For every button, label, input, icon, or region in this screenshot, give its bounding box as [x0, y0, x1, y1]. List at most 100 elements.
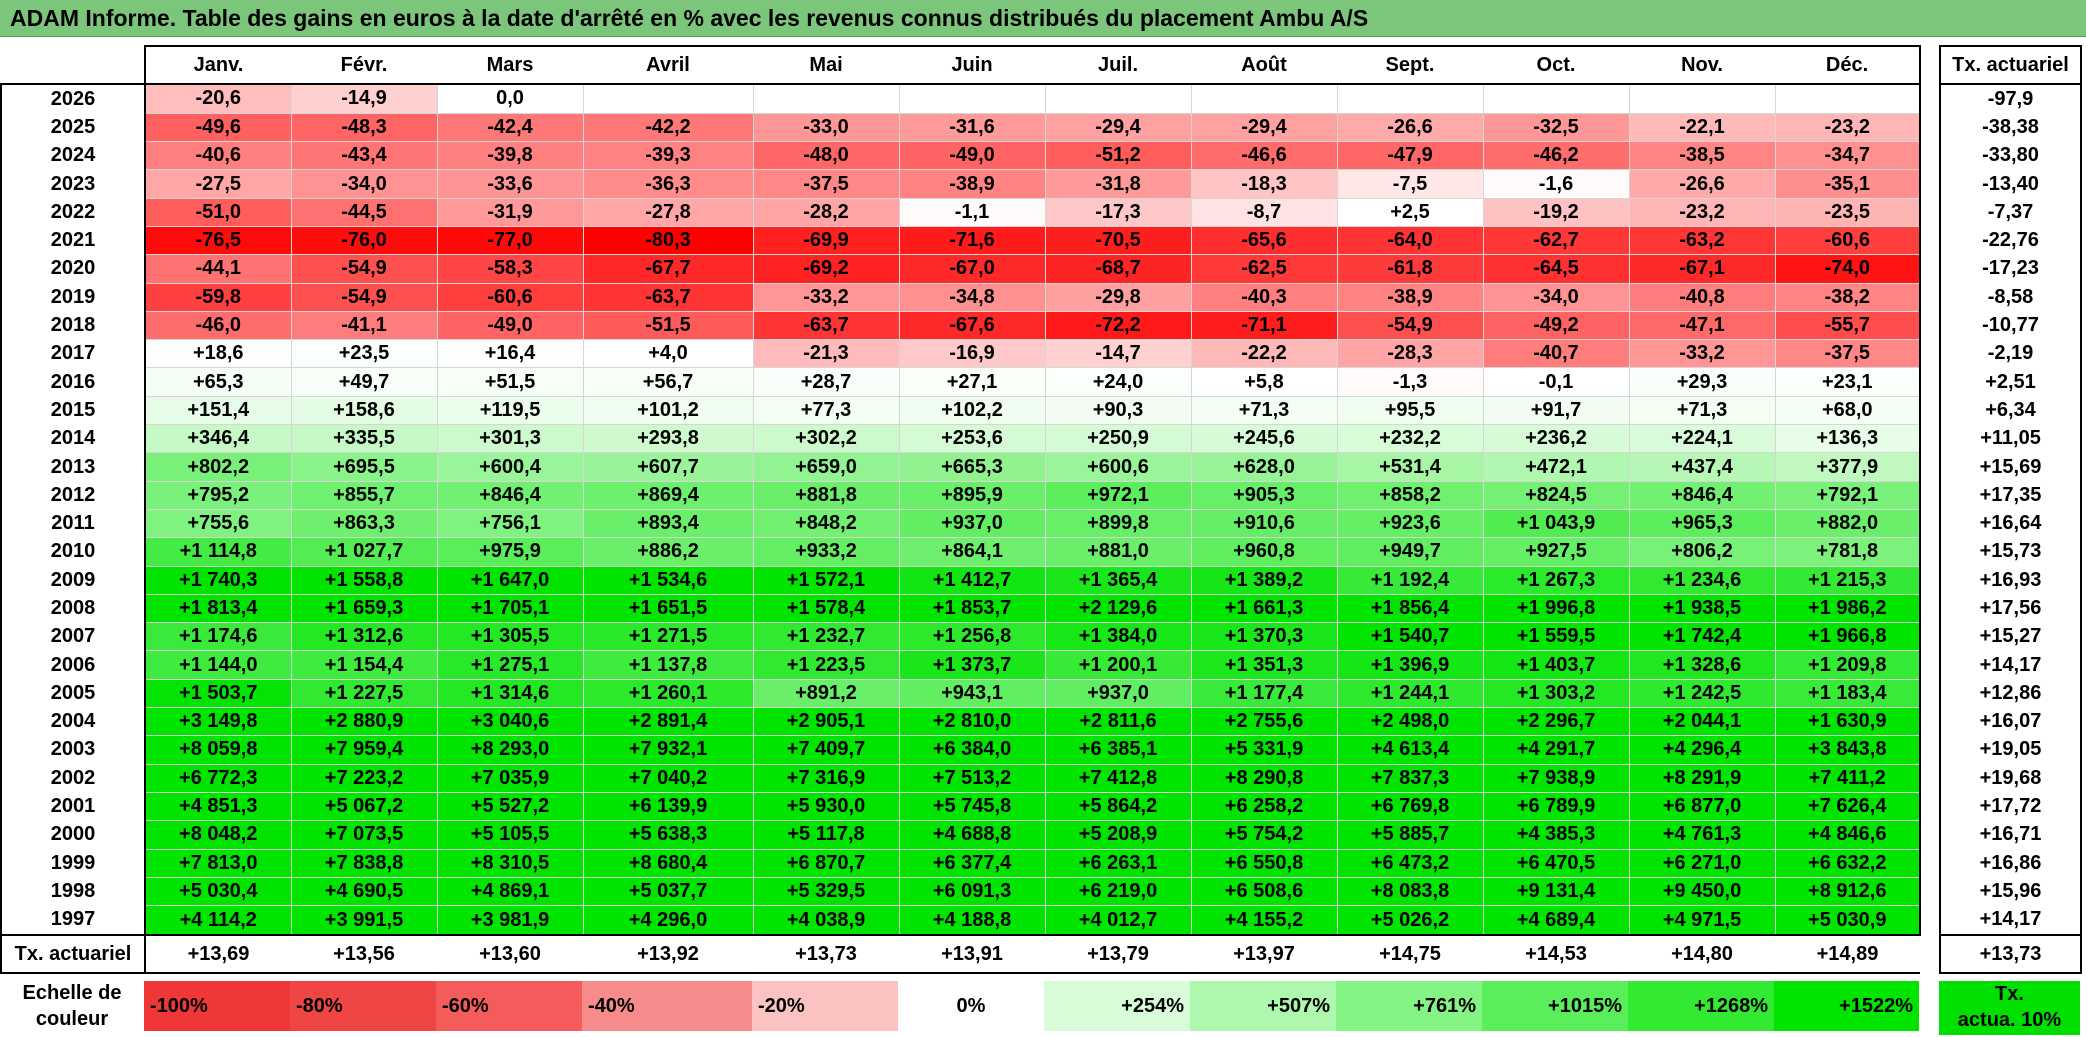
gain-cell: +863,3 [290, 508, 438, 539]
gain-cell [1774, 83, 1921, 114]
gain-cell: +6 219,0 [1044, 876, 1192, 907]
footer-label: Tx. actuariel [0, 933, 146, 974]
gain-cell: +1 996,8 [1482, 593, 1630, 624]
year-label: 2011 [0, 509, 146, 538]
legend-swatch: +761% [1336, 981, 1482, 1031]
gain-cell: +8 912,6 [1774, 876, 1921, 907]
gain-cell: +5 745,8 [898, 791, 1046, 822]
table-row: 2013 +802,2 +695,5 +600,4 +607,7 +659,0 +665,3… [0, 452, 1921, 482]
gain-cell: +8 293,0 [436, 735, 584, 765]
legend-swatch: +507% [1190, 981, 1336, 1031]
year-label: 2014 [0, 424, 146, 453]
gain-cell: +16,4 [436, 339, 584, 369]
gain-cell: -64,5 [1482, 254, 1630, 284]
footer-value: +13,97 [1191, 933, 1337, 974]
year-label: 2006 [0, 650, 146, 680]
tx-value: +12,86 [1939, 679, 2082, 708]
gain-cell [1482, 83, 1630, 114]
gain-cell: +5 030,9 [1774, 905, 1921, 936]
tx-value: +16,64 [1939, 509, 2082, 538]
year-label: 2003 [0, 735, 146, 765]
table-row: 2019 -59,8 -54,9 -60,6 -63,7 -33,2 -34,8 -29,8-… [0, 282, 1921, 312]
gain-cell: -34,0 [1482, 282, 1630, 312]
gain-cell: +6 384,0 [898, 735, 1046, 765]
gain-cell: +7 513,2 [898, 763, 1046, 793]
tx-value: +16,93 [1939, 566, 2082, 595]
gain-cell: +158,6 [290, 395, 438, 426]
gain-cell: -34,0 [290, 169, 438, 199]
gain-cell: +975,9 [436, 537, 584, 567]
corner-cell [1, 46, 145, 85]
tx-value: +16,86 [1939, 849, 2082, 878]
gain-cell: -33,0 [752, 112, 900, 143]
gain-cell: +4 155,2 [1190, 905, 1338, 936]
gain-cell: +1 305,5 [436, 622, 584, 652]
gains-table: Janv. Févr. Mars Avril Mai Juin Juil. Août Sept.… [0, 45, 1921, 974]
gain-cell: +27,1 [898, 367, 1046, 397]
table-row: 2014 +346,4 +335,5 +301,3 +293,8 +302,2 +253,6… [0, 424, 1921, 454]
gain-cell: +7 040,2 [582, 763, 754, 793]
gain-cell: +9 450,0 [1628, 876, 1776, 907]
table-row: 2010 +1 114,8 +1 027,7 +975,9 +886,2 +933,2 +8… [0, 537, 1921, 567]
tx-value: +6,34 [1939, 396, 2082, 425]
table-row: 2025 -49,6 -48,3 -42,4 -42,2 -33,0 -31,6 -29,4-… [0, 112, 1921, 143]
gain-cell: -60,6 [1774, 225, 1921, 256]
gain-cell: -46,6 [1190, 141, 1338, 171]
gain-cell: +6 772,3 [144, 763, 292, 793]
gain-cell: +4 761,3 [1628, 820, 1776, 850]
year-label: 2026 [0, 84, 146, 114]
gain-cell: +2 891,4 [582, 707, 754, 737]
gain-cell: +949,7 [1336, 537, 1484, 567]
gain-cell: +253,6 [898, 424, 1046, 454]
gain-cell: +1 856,4 [1336, 593, 1484, 624]
gain-cell: +1 705,1 [436, 593, 584, 624]
gain-cell: +1 215,3 [1774, 565, 1921, 595]
gain-cell: +1 027,7 [290, 537, 438, 567]
table-row: 1998 +5 030,4 +4 690,5 +4 869,1 +5 037,7 +5 3… [0, 876, 1921, 907]
gain-cell: -63,7 [752, 310, 900, 341]
gain-cell: +1 256,8 [898, 622, 1046, 652]
gain-cell: +4,0 [582, 339, 754, 369]
gain-cell: +472,1 [1482, 452, 1630, 482]
gain-cell: -36,3 [582, 169, 754, 199]
gain-cell: -44,1 [144, 254, 292, 284]
gain-cell: +90,3 [1044, 395, 1192, 426]
month-header: Août [1191, 45, 1337, 85]
gain-cell: +943,1 [898, 678, 1046, 709]
year-label: 2001 [0, 792, 146, 821]
table-row: 2009 +1 740,3 +1 558,8 +1 647,0 +1 534,6 +1 5… [0, 565, 1921, 595]
gain-cell: -77,0 [436, 225, 584, 256]
gain-cell: -23,5 [1774, 197, 1921, 227]
gain-cell: -38,5 [1628, 141, 1776, 171]
year-label: 1997 [0, 905, 146, 935]
month-header: Avril [583, 45, 753, 85]
table-row: 2016 +65,3 +49,7 +51,5 +56,7 +28,7 +27,1 +24,0 +… [0, 367, 1921, 397]
legend-label: Echelle de couleur [0, 980, 144, 1032]
gain-cell: +8 291,9 [1628, 763, 1776, 793]
tx-value: -38,38 [1939, 113, 2082, 142]
year-label: 1999 [0, 849, 146, 878]
gain-cell [1628, 83, 1776, 114]
gain-cell: +7 959,4 [290, 735, 438, 765]
footer-value: +13,92 [583, 933, 753, 974]
gain-cell: +972,1 [1044, 480, 1192, 510]
legend-swatch: -60% [436, 981, 582, 1031]
gain-cell: +882,0 [1774, 508, 1921, 539]
gain-cell: +1 384,0 [1044, 622, 1192, 652]
gain-cell: -51,0 [144, 197, 292, 227]
gain-cell: +5 117,8 [752, 820, 900, 850]
table-row: 2012 +795,2 +855,7 +846,4 +869,4 +881,8 +895,9… [0, 480, 1921, 510]
gain-cell: +6 870,7 [752, 848, 900, 878]
gain-cell: +301,3 [436, 424, 584, 454]
gain-cell: +1 389,2 [1190, 565, 1338, 595]
gain-cell: -69,9 [752, 225, 900, 256]
tx-value: +15,73 [1939, 537, 2082, 567]
gain-cell: +3 040,6 [436, 707, 584, 737]
gain-cell: -74,0 [1774, 254, 1921, 284]
year-label: 2018 [0, 311, 146, 340]
gain-cell [1044, 83, 1192, 114]
gain-cell: +1 558,8 [290, 565, 438, 595]
gain-cell: +1 403,7 [1482, 650, 1630, 680]
month-header: Nov. [1629, 45, 1775, 85]
gain-cell: +5 208,9 [1044, 820, 1192, 850]
